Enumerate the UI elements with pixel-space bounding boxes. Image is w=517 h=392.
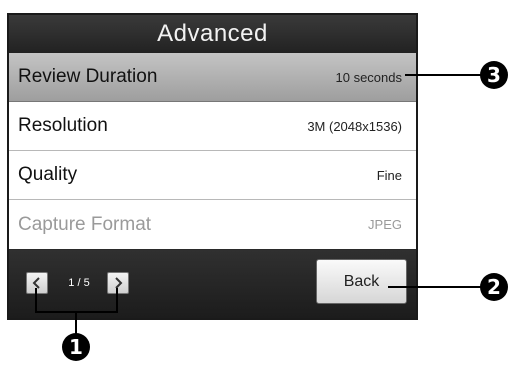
- next-page-button[interactable]: [107, 272, 129, 294]
- setting-row-resolution[interactable]: Resolution 3M (2048x1536): [9, 102, 416, 151]
- page-indicator: 1 / 5: [68, 277, 90, 289]
- callout-bracket-stem: [75, 311, 77, 335]
- callout-bracket-right: [116, 288, 118, 313]
- callout-line-back-button: [388, 286, 481, 288]
- setting-label: Review Duration: [18, 66, 158, 87]
- chevron-left-icon: [32, 277, 40, 289]
- callout-badge-2: 2: [480, 273, 508, 301]
- bottom-toolbar: 1 / 5 Back: [9, 250, 416, 318]
- chevron-right-icon: [115, 277, 123, 289]
- setting-row-review-duration[interactable]: Review Duration 10 seconds: [9, 53, 416, 102]
- back-button[interactable]: Back: [316, 259, 407, 304]
- setting-label: Quality: [18, 164, 78, 185]
- callout-bracket-left: [35, 288, 37, 313]
- settings-list: Review Duration 10 seconds Resolution 3M…: [9, 53, 416, 249]
- setting-value: JPEG: [368, 217, 402, 232]
- setting-value: 3M (2048x1536): [307, 118, 402, 134]
- callout-badge-1: 1: [62, 333, 90, 361]
- screen-title: Advanced: [9, 15, 416, 53]
- callout-line-selected-row: [405, 74, 481, 76]
- setting-label: Resolution: [18, 115, 108, 136]
- camera-advanced-settings-screen: Advanced Review Duration 10 seconds Reso…: [7, 13, 418, 320]
- callout-badge-3: 3: [480, 61, 508, 89]
- previous-page-button[interactable]: [26, 272, 48, 294]
- setting-value: 10 seconds: [335, 69, 403, 85]
- setting-value: Fine: [376, 167, 402, 183]
- setting-row-capture-format: Capture Format JPEG: [9, 200, 416, 249]
- setting-label: Capture Format: [18, 213, 152, 235]
- setting-row-quality[interactable]: Quality Fine: [9, 151, 416, 200]
